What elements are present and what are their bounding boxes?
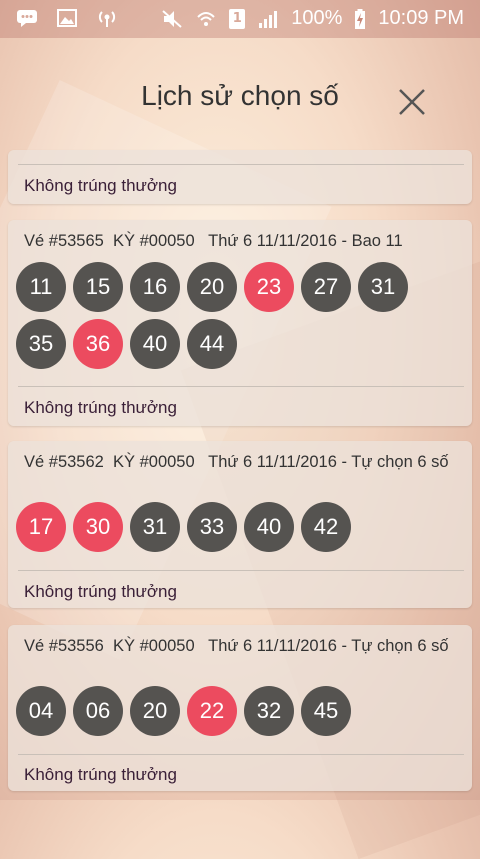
ticket-date: Thứ 6 11/11/2016 - Bao 11: [208, 232, 403, 250]
clock: 10:09 PM: [378, 7, 464, 29]
status-bar: 1 100% 10:09 PM: [0, 0, 480, 38]
ticket-id: Vé #53565: [24, 232, 104, 250]
number-ball: 40: [130, 319, 180, 369]
number-ball-hit: 22: [187, 686, 237, 736]
number-ball: 35: [16, 319, 66, 369]
number-ball: 20: [130, 686, 180, 736]
wifi-icon: [197, 11, 215, 26]
image-icon: [57, 9, 77, 27]
header: Lịch sử chọn số: [0, 38, 480, 150]
history-card-partial: Không trúng thưởng: [8, 150, 472, 204]
number-ball: 15: [73, 262, 123, 312]
number-ball: 32: [244, 686, 294, 736]
number-ball: 40: [244, 502, 294, 552]
number-ball: 31: [358, 262, 408, 312]
ky-number: KỲ #00050: [113, 453, 195, 471]
result-text: Không trúng thưởng: [24, 765, 177, 784]
result-text: Không trúng thưởng: [24, 176, 177, 195]
number-ball: 42: [301, 502, 351, 552]
number-ball: 16: [130, 262, 180, 312]
number-ball: 45: [301, 686, 351, 736]
number-ball-hit: 30: [73, 502, 123, 552]
number-ball: 20: [187, 262, 237, 312]
ticket-info: Vé #53565 KỲ #00050 Thứ 6 11/11/2016 - B…: [24, 230, 454, 252]
result-text: Không trúng thưởng: [24, 398, 177, 417]
number-ball: 11: [16, 262, 66, 312]
number-ball: 31: [130, 502, 180, 552]
signal-icon: [259, 10, 278, 28]
close-icon[interactable]: [392, 82, 432, 122]
number-ball: 27: [301, 262, 351, 312]
number-ball: 33: [187, 502, 237, 552]
ticket-info: Vé #53562 KỲ #00050 Thứ 6 11/11/2016 - T…: [24, 451, 454, 473]
history-card[interactable]: Vé #53556 KỲ #00050 Thứ 6 11/11/2016 - T…: [8, 625, 472, 791]
number-ball-hit: 17: [16, 502, 66, 552]
number-ball-hit: 23: [244, 262, 294, 312]
ticket-date: Thứ 6 11/11/2016 - Tự chọn 6 số: [208, 637, 449, 655]
card-divider: [18, 754, 464, 755]
number-ball: 06: [73, 686, 123, 736]
card-divider: [18, 386, 464, 387]
card-divider: [18, 164, 464, 165]
ticket-date: Thứ 6 11/11/2016 - Tự chọn 6 số: [208, 453, 449, 471]
history-card[interactable]: Vé #53565 KỲ #00050 Thứ 6 11/11/2016 - B…: [8, 220, 472, 426]
number-ball: 44: [187, 319, 237, 369]
hotspot-icon: [98, 11, 116, 27]
ticket-id: Vé #53556: [24, 637, 104, 655]
result-text: Không trúng thưởng: [24, 582, 177, 601]
ky-number: KỲ #00050: [113, 637, 195, 655]
number-ball-hit: 36: [73, 319, 123, 369]
sim-icon: 1: [229, 8, 246, 29]
battery-percent: 100%: [291, 7, 343, 29]
mute-icon: [162, 9, 182, 28]
history-card[interactable]: Vé #53562 KỲ #00050 Thứ 6 11/11/2016 - T…: [8, 441, 472, 608]
battery-charging-icon: [355, 8, 366, 29]
ticket-id: Vé #53562: [24, 453, 104, 471]
ky-number: KỲ #00050: [113, 232, 195, 250]
number-ball: 04: [16, 686, 66, 736]
ticket-info: Vé #53556 KỲ #00050 Thứ 6 11/11/2016 - T…: [24, 635, 454, 657]
chat-icon: [17, 10, 37, 27]
card-divider: [18, 570, 464, 571]
